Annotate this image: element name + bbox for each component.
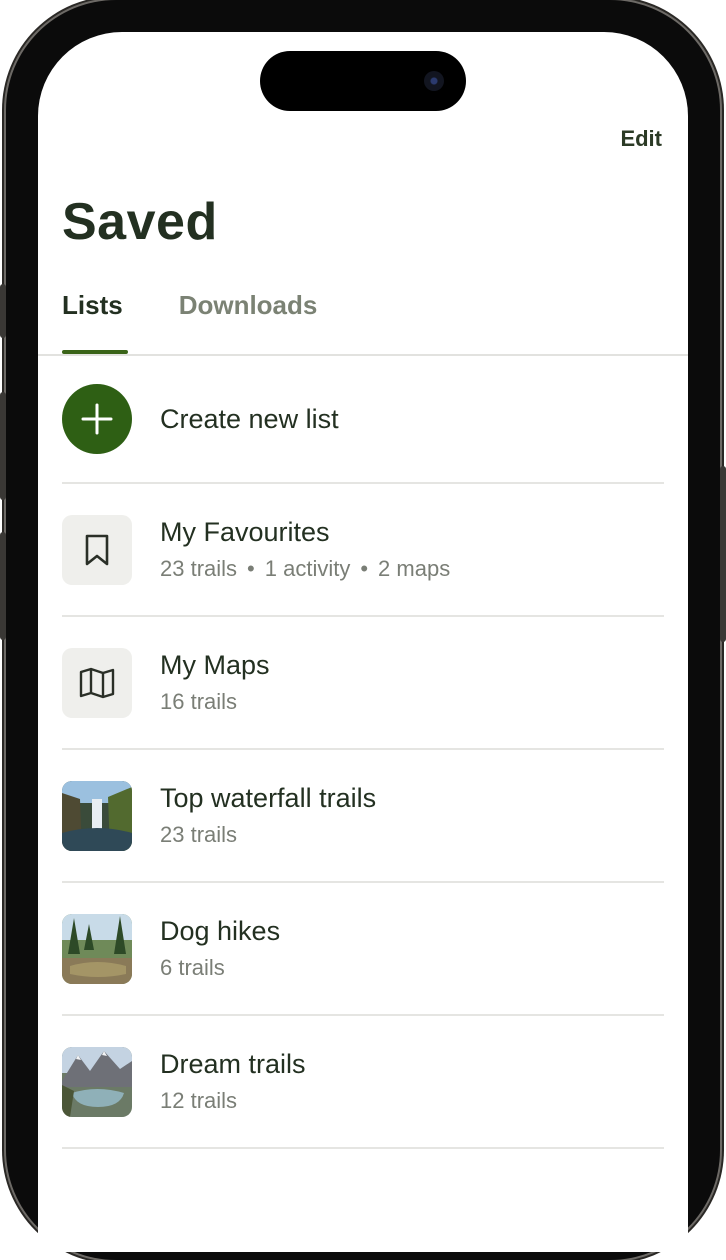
list-name: My Favourites <box>160 517 330 547</box>
waterfall-photo <box>62 780 132 851</box>
camera-icon <box>424 71 444 91</box>
create-new-list-row[interactable]: Create new list <box>62 356 664 484</box>
tab-lists[interactable]: Lists <box>62 290 123 331</box>
page-title: Saved <box>62 193 218 251</box>
saved-lists: Create new list My Favourites 23 trails •… <box>62 356 664 1149</box>
create-new-list-label: Create new list <box>160 403 339 434</box>
side-button <box>0 284 6 338</box>
list-name: Top waterfall trails <box>160 783 377 813</box>
screen: Edit Saved Lists Downloads Create new li… <box>38 32 688 1252</box>
list-name: Dream trails <box>160 1049 306 1079</box>
list-item[interactable]: Dog hikes 6 trails <box>62 883 664 1016</box>
forest-creek-photo <box>62 913 132 984</box>
list-meta: 23 trails • 1 activity • 2 maps <box>160 556 451 581</box>
list-meta: 12 trails <box>160 1088 238 1113</box>
list-name: My Maps <box>160 650 270 680</box>
list-meta: 23 trails <box>160 822 238 847</box>
list-item[interactable]: My Maps 16 trails <box>62 617 664 750</box>
side-button <box>0 532 6 640</box>
map-icon <box>62 647 132 718</box>
list-name: Dog hikes <box>160 916 281 946</box>
side-button <box>0 392 6 500</box>
plus-icon <box>62 384 132 454</box>
dynamic-island <box>260 51 466 111</box>
list-item[interactable]: Dream trails 12 trails <box>62 1016 664 1149</box>
mountain-lake-photo <box>62 1046 132 1117</box>
tab-bar: Lists Downloads <box>62 290 317 331</box>
list-meta: 16 trails <box>160 689 238 714</box>
edit-button[interactable]: Edit <box>620 126 662 152</box>
list-meta: 6 trails <box>160 955 225 980</box>
side-button <box>720 466 726 642</box>
list-item[interactable]: My Favourites 23 trails • 1 activity • 2 map… <box>62 484 664 617</box>
tab-downloads[interactable]: Downloads <box>179 290 318 331</box>
bookmark-icon <box>62 514 132 585</box>
list-item[interactable]: Top waterfall trails 23 trails <box>62 750 664 883</box>
